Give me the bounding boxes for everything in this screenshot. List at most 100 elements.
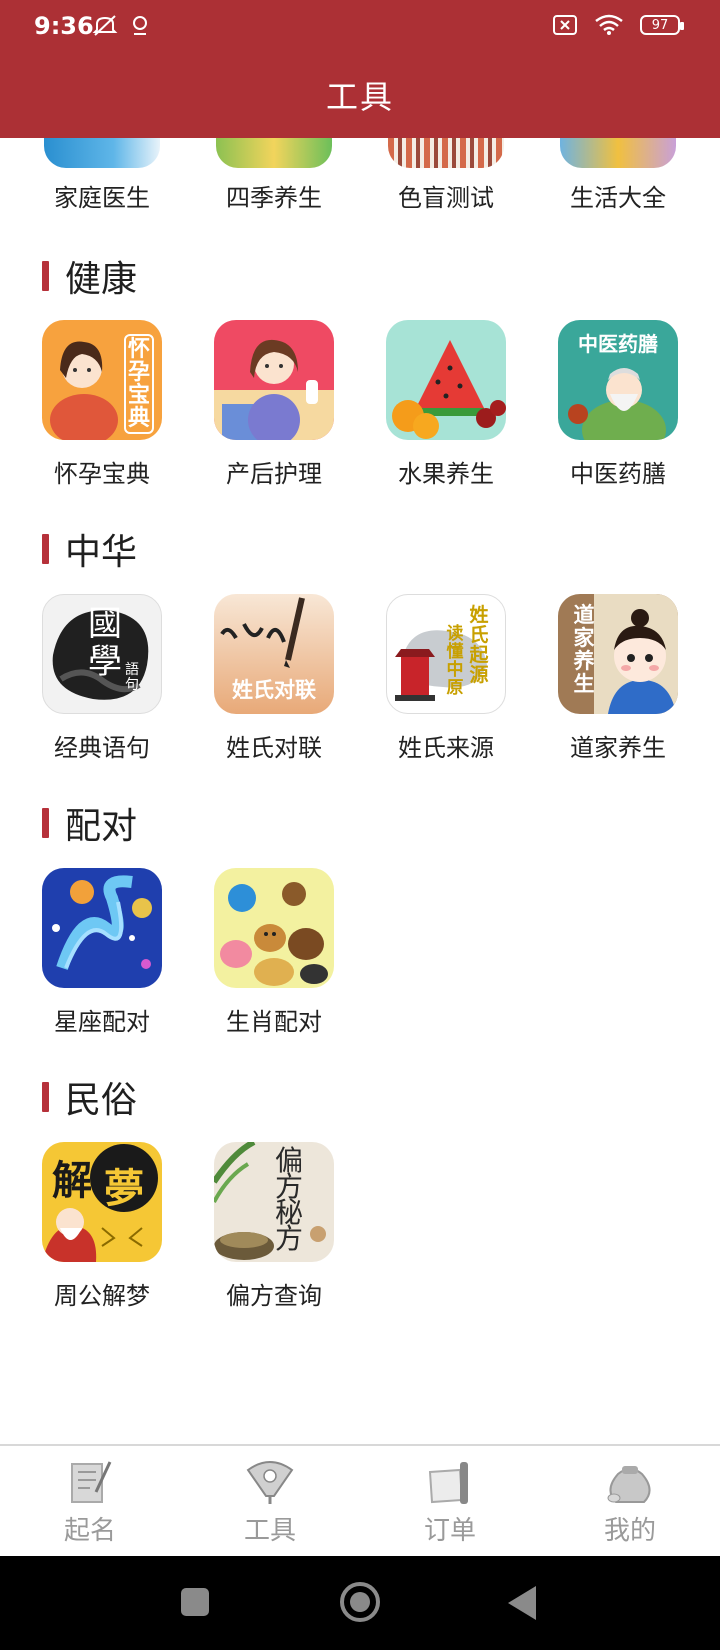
tool-label: 道家养生 <box>570 734 666 762</box>
nav-tools[interactable]: 工具 <box>180 1446 360 1558</box>
tool-label: 家庭医生 <box>54 184 150 212</box>
naming-icon <box>71 1461 112 1503</box>
nav-label: 我的 <box>603 1516 656 1546</box>
section-accent-bar <box>42 808 49 838</box>
tool-tcm[interactable]: 中医药膳 中医药膳 <box>533 320 703 489</box>
tool-label: 经典语句 <box>54 734 150 762</box>
tool-classic-quotes[interactable]: 國學 語句 经典语句 <box>17 594 187 763</box>
classic-quotes-icon-text: 國學 <box>88 604 122 682</box>
nav-orders[interactable]: 订单 <box>360 1446 540 1558</box>
family-doctor-icon <box>44 138 160 168</box>
section-header-china: 中华 <box>42 527 137 573</box>
tool-constellation[interactable]: 星座配对 <box>17 868 187 1037</box>
fan-icon <box>246 1461 294 1504</box>
section-accent-bar <box>42 1082 49 1112</box>
nav-mine[interactable]: 我的 <box>540 1446 720 1558</box>
money-bag-icon <box>607 1466 651 1503</box>
zodiac-icon <box>214 868 334 988</box>
nav-label: 起名 <box>63 1516 116 1546</box>
status-bar: 9:36 97 <box>0 0 720 52</box>
tool-seasons[interactable]: 四季养生 <box>189 138 359 213</box>
nav-label: 工具 <box>243 1516 296 1546</box>
tcm-icon-text: 中医药膳 <box>578 332 658 356</box>
surname-origin-icon: 姓氏起源 读懂中原 <box>386 594 506 714</box>
home-button[interactable] <box>340 1582 380 1622</box>
surname-origin-icon-subtext: 读懂中原 <box>446 624 464 698</box>
section-title: 中华 <box>65 532 138 573</box>
tool-label: 中医药膳 <box>570 460 666 488</box>
tool-fruit[interactable]: 水果养生 <box>361 320 531 489</box>
taoist-icon: 道家养生 <box>558 594 678 714</box>
nav-naming[interactable]: 起名 <box>0 1446 180 1558</box>
couplet-icon: 姓氏对联 <box>214 594 334 714</box>
recents-button[interactable] <box>181 1588 209 1616</box>
tool-color-blind[interactable]: 色盲测试 <box>361 138 531 213</box>
tool-family-doctor[interactable]: 家庭医生 <box>17 138 187 213</box>
tool-remedy[interactable]: 偏方秘方 偏方查询 <box>189 1142 359 1311</box>
battery-level: 97 <box>651 17 669 33</box>
tool-label: 姓氏对联 <box>226 734 322 762</box>
section-accent-bar <box>42 534 49 564</box>
tool-label: 偏方查询 <box>226 1282 322 1310</box>
section-title: 健康 <box>65 259 138 300</box>
tool-life[interactable]: 生活大全 <box>533 138 703 213</box>
dream-icon-subtext: 夢 <box>104 1166 144 1212</box>
tool-postpartum[interactable]: 产后护理 <box>189 320 359 489</box>
back-button[interactable] <box>508 1586 536 1620</box>
tool-label: 产后护理 <box>226 460 322 488</box>
tool-label: 怀孕宝典 <box>54 460 150 488</box>
partial-row: 家庭医生 四季养生 色盲测试 生活大全 <box>0 138 720 228</box>
tool-label: 四季养生 <box>226 184 322 212</box>
section-header-folk: 民俗 <box>42 1075 137 1121</box>
tool-label: 生肖配对 <box>226 1008 322 1036</box>
location-icon <box>133 16 147 35</box>
app-bar: 工具 <box>0 52 720 138</box>
scroll-icon <box>428 1462 468 1504</box>
battery-icon: 97 <box>640 15 684 35</box>
system-nav-bar <box>0 1556 720 1650</box>
tcm-icon: 中医药膳 <box>558 320 678 440</box>
home-button-dot <box>350 1592 370 1612</box>
classic-quotes-icon-subtext: 語句 <box>125 662 139 693</box>
surname-origin-icon-text: 姓氏起源 <box>469 604 489 686</box>
tool-label: 星座配对 <box>54 1008 150 1036</box>
tool-label: 生活大全 <box>570 184 666 212</box>
tool-label: 姓氏来源 <box>398 734 494 762</box>
tool-couplet[interactable]: 姓氏对联 姓氏对联 <box>189 594 359 763</box>
tool-taoist[interactable]: 道家养生 道家养生 <box>533 594 703 763</box>
dream-icon: 解 夢 <box>42 1142 162 1262</box>
section-header-health: 健康 <box>42 254 137 300</box>
tool-pregnancy[interactable]: 怀孕宝典 怀孕宝典 <box>17 320 187 489</box>
status-time: 9:36 <box>34 12 94 40</box>
no-sim-icon <box>553 15 577 35</box>
bottom-nav: 起名 工具 订单 我的 <box>0 1444 720 1558</box>
seasons-icon <box>216 138 332 168</box>
tool-label: 周公解梦 <box>54 1282 150 1310</box>
tool-dream[interactable]: 解 夢 周公解梦 <box>17 1142 187 1311</box>
mute-icon <box>92 15 118 36</box>
taoist-icon-text: 道家养生 <box>573 603 595 696</box>
classic-quotes-icon: 國學 語句 <box>42 594 162 714</box>
wifi-icon <box>595 14 623 35</box>
constellation-icon <box>42 868 162 988</box>
tool-label: 色盲测试 <box>398 184 494 212</box>
section-title: 配对 <box>65 806 138 847</box>
fruit-icon <box>386 320 506 440</box>
tools-list[interactable]: 家庭医生 四季养生 色盲测试 生活大全 健康 怀孕宝典 怀孕宝典 产后护理 水果… <box>0 138 720 1444</box>
section-header-matching: 配对 <box>42 801 137 847</box>
page-title: 工具 <box>325 78 394 116</box>
pregnancy-icon: 怀孕宝典 <box>42 320 162 440</box>
tool-label: 水果养生 <box>398 460 494 488</box>
nav-label: 订单 <box>423 1516 476 1546</box>
tool-zodiac[interactable]: 生肖配对 <box>189 868 359 1037</box>
color-blind-icon <box>388 138 504 168</box>
section-title: 民俗 <box>65 1080 138 1121</box>
pregnancy-icon-text: 怀孕宝典 <box>124 334 154 434</box>
tool-surname-origin[interactable]: 姓氏起源 读懂中原 姓氏来源 <box>361 594 531 763</box>
dream-icon-text: 解 <box>52 1158 92 1204</box>
remedy-icon: 偏方秘方 <box>214 1142 334 1262</box>
section-accent-bar <box>42 261 49 291</box>
couplet-icon-text: 姓氏对联 <box>232 678 316 702</box>
postpartum-icon <box>214 320 334 440</box>
remedy-icon-text: 偏方秘方 <box>274 1144 303 1255</box>
